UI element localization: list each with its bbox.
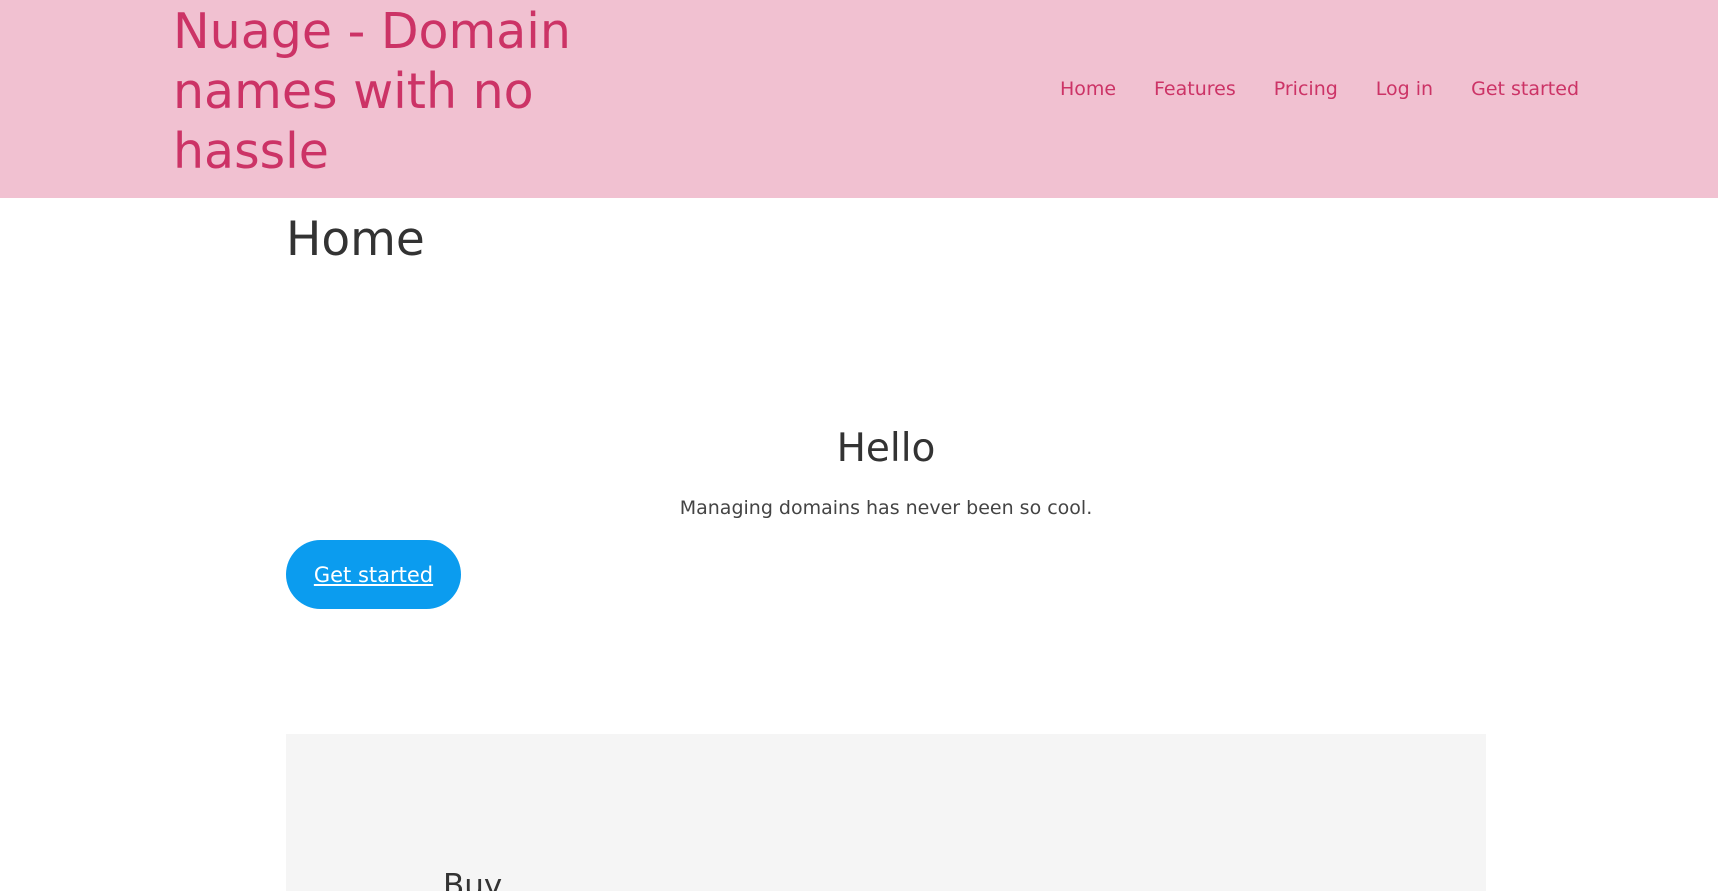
get-started-button[interactable]: Get started: [286, 540, 461, 609]
main-nav: Home Features Pricing Log in Get started: [1060, 76, 1579, 102]
nav-link-pricing[interactable]: Pricing: [1274, 76, 1338, 102]
site-header: Nuage - Domain names with no hassle Home…: [0, 0, 1718, 198]
nav-link-get-started[interactable]: Get started: [1471, 76, 1579, 102]
site-title: Nuage - Domain names with no hassle: [173, 3, 571, 180]
nav-link-features[interactable]: Features: [1154, 76, 1236, 102]
section-heading-buy: Buy: [443, 868, 503, 891]
buy-section: Buy: [286, 734, 1486, 891]
hero-tagline: Managing domains has never been so cool.: [679, 497, 1093, 519]
hero-heading: Hello: [836, 426, 936, 471]
nav-link-home[interactable]: Home: [1060, 76, 1116, 102]
page-title: Home: [286, 212, 425, 267]
nav-link-log-in[interactable]: Log in: [1376, 76, 1433, 102]
